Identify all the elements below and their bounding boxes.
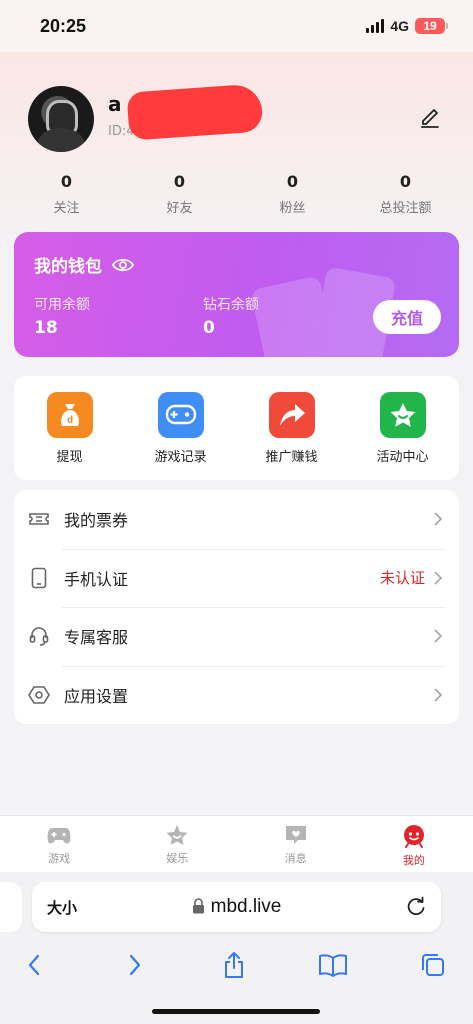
stat-friends[interactable]: 0 好友 [123,172,236,216]
network-type: 4G [390,18,409,34]
quick-item-withdraw[interactable]: d 提现 [14,392,125,480]
status-bar: 20:25 4G 19 [0,0,473,52]
stat-value: 0 [60,172,73,191]
share-icon [225,952,243,978]
quick-actions: d 提现 游戏记录 推广赚钱 活动中心 [14,376,459,480]
tabs-icon [422,954,444,976]
bookmarks-button[interactable] [318,950,348,980]
phone-icon [28,567,50,589]
available-balance-label: 可用余额 [34,297,90,313]
ticket-icon [28,508,50,530]
diamond-balance-label: 钻石余额 [203,297,259,313]
avatar[interactable] [28,86,94,152]
stat-label: 总投注额 [379,201,432,216]
headset-icon [28,625,50,647]
star-icon [379,392,426,438]
share-button[interactable] [219,950,249,980]
gamepad-icon [157,392,204,438]
stat-value: 0 [286,172,299,191]
stat-label: 粉丝 [279,201,306,216]
diamond-balance-value: 0 [203,318,215,338]
chevron-right-icon [434,571,443,585]
tab-entertainment[interactable]: 娱乐 [118,816,236,872]
browser-nav [0,944,473,984]
tab-label: 我的 [402,854,425,867]
url-text: mbd.live [210,896,282,917]
bottom-tab-bar: 游戏 娱乐 消息 我的 [0,815,473,872]
svg-text:d: d [66,415,72,426]
menu-item-tickets[interactable]: 我的票券 [14,490,459,549]
home-indicator [152,1009,320,1014]
username: a [108,92,122,116]
message-tab-icon [285,826,306,844]
chevron-right-icon [434,688,443,702]
tabs-button[interactable] [418,950,448,980]
stat-label: 关注 [53,201,80,216]
tab-label: 游戏 [48,852,71,865]
lock-icon [192,898,204,914]
share-arrow-icon [268,392,315,438]
menu-item-app-settings[interactable]: 应用设置 [14,665,459,725]
quick-item-promote[interactable]: 推广赚钱 [236,392,347,480]
stat-total-bet[interactable]: 0 总投注额 [349,172,462,216]
eye-icon[interactable] [112,257,134,273]
menu-item-status: 未认证 [379,569,425,588]
quick-item-label: 提现 [56,450,83,465]
available-balance-value: 18 [34,318,58,338]
status-icons: 4G 19 [366,18,448,34]
redaction-mark [126,83,264,141]
stats-row: 0 关注 0 好友 0 粉丝 0 总投注额 [0,172,473,216]
menu-item-label: 专属客服 [64,628,129,648]
tab-label: 消息 [284,852,307,865]
stat-following[interactable]: 0 关注 [10,172,123,216]
chevron-right-icon [129,954,141,976]
quick-item-label: 活动中心 [376,450,429,465]
clock: 20:25 [40,15,87,36]
signal-icon [366,19,385,33]
address-bar[interactable]: 大小 mbd.live [32,882,441,932]
menu-item-phone-verify[interactable]: 手机认证 未认证 [14,548,459,608]
wallet-title: 我的钱包 [34,252,134,277]
chevron-left-icon [28,954,40,976]
menu-item-label: 手机认证 [64,569,129,589]
tab-games[interactable]: 游戏 [0,816,118,872]
url-display[interactable]: mbd.live [32,896,441,918]
quick-item-events[interactable]: 活动中心 [347,392,458,480]
stat-fans[interactable]: 0 粉丝 [236,172,349,216]
profile-header: a ID:4 [28,83,448,156]
gamepad-tab-icon [47,828,71,844]
settings-icon [28,684,50,706]
chevron-right-icon [434,512,443,526]
recharge-button[interactable]: 充值 [373,300,441,334]
stat-label: 好友 [166,201,193,216]
browser-toolbar: 大小 mbd.live [0,872,473,1024]
quick-item-label: 推广赚钱 [265,450,318,465]
tab-label: 娱乐 [166,852,189,865]
previous-tab-preview[interactable] [0,882,22,932]
header-background [0,52,473,262]
quick-item-label: 游戏记录 [154,450,207,465]
profile-tab-icon [403,825,424,848]
tab-messages[interactable]: 消息 [237,816,355,872]
menu-item-label: 应用设置 [64,686,129,706]
wallet-card: 我的钱包 可用余额 18 钻石余额 0 充值 [14,232,459,357]
reload-icon[interactable] [405,896,427,918]
chevron-right-icon [434,629,443,643]
tab-mine[interactable]: 我的 [355,816,473,872]
quick-item-game-records[interactable]: 游戏记录 [125,392,236,480]
stat-value: 0 [399,172,412,191]
book-icon [319,954,347,977]
back-button[interactable] [19,950,49,980]
edit-icon[interactable] [418,104,442,128]
menu-item-label: 我的票券 [64,511,129,531]
money-bag-icon: d [46,392,93,438]
star-tab-icon [166,825,188,845]
stat-value: 0 [173,172,186,191]
battery-icon: 19 [415,18,448,34]
menu-item-customer-service[interactable]: 专属客服 [14,607,459,666]
forward-button[interactable] [120,950,150,980]
settings-menu: 我的票券 手机认证 未认证 专属客服 应用设置 [14,490,459,724]
wallet-title-text: 我的钱包 [34,257,102,277]
